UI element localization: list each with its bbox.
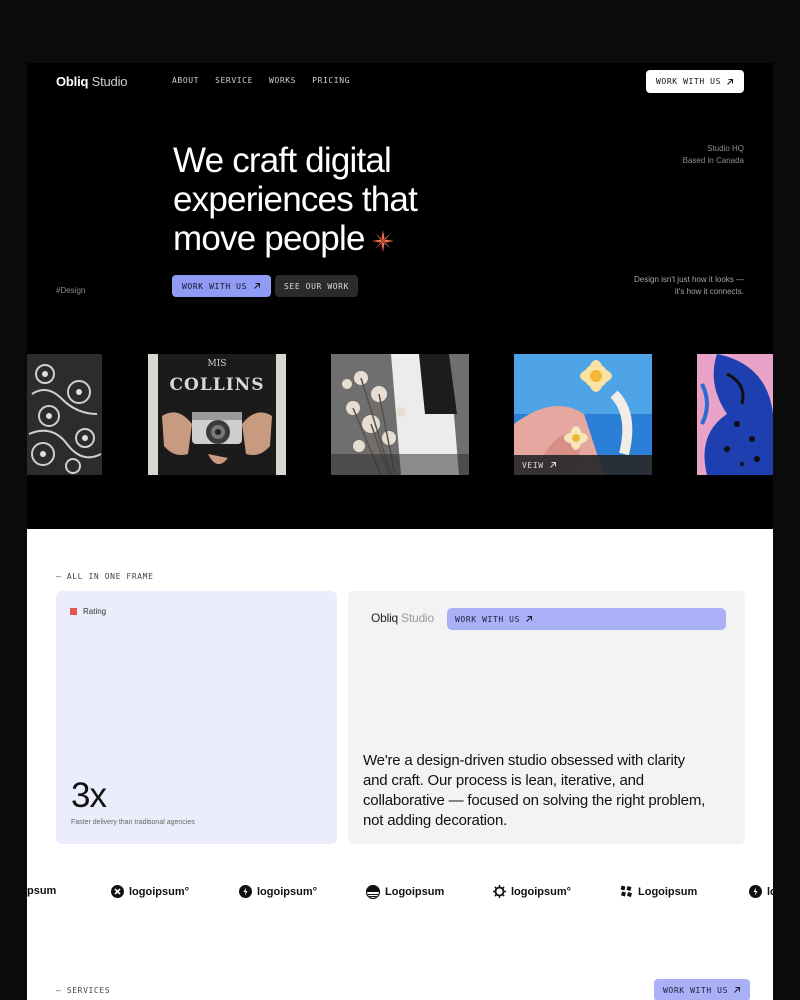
client-logo-3: logoipsum° bbox=[239, 885, 317, 898]
gallery-image-flower-hand[interactable]: VEIW bbox=[514, 354, 652, 475]
work-with-us-label: WORK WITH US bbox=[182, 281, 247, 291]
rating-label: Rating bbox=[83, 607, 107, 616]
client-logo-5: logoipsum° bbox=[493, 885, 571, 898]
services-cta-button[interactable]: WORK WITH US bbox=[654, 979, 750, 1000]
main-nav: ABOUT SERVICE WORKS PRICING bbox=[172, 76, 350, 85]
mini-cta-label: WORK WITH US bbox=[455, 614, 520, 624]
header-cta-label: WORK WITH US bbox=[656, 77, 721, 86]
client-logo-text: lo bbox=[767, 885, 773, 898]
tagline-line-1: Design isn't just how it looks — bbox=[633, 275, 744, 284]
arrow-up-right-icon bbox=[727, 78, 733, 85]
bolt-circle-logo-icon bbox=[749, 885, 762, 898]
hash-logo-icon bbox=[620, 885, 632, 897]
client-logo-2: logoipsum° bbox=[111, 885, 189, 898]
client-logo-4: Logoipsum bbox=[366, 885, 444, 899]
work-gallery: COLLINS MIS VEIW bbox=[27, 354, 773, 475]
client-logo-strip: psum logoipsum° logoipsum° Logoipsum log… bbox=[27, 885, 773, 907]
rating-header: Rating bbox=[70, 607, 106, 616]
arrow-up-right-icon bbox=[734, 987, 740, 993]
mini-brand-bold: Obliq bbox=[371, 611, 399, 625]
nav-item-about[interactable]: ABOUT bbox=[172, 76, 199, 85]
hero-tagline: Design isn't just how it looks — it's ho… bbox=[634, 274, 744, 298]
tagline-line-2: it's how it connects. bbox=[674, 287, 744, 296]
gallery-image-dried-flowers[interactable] bbox=[331, 354, 469, 475]
client-logo-text: logoipsum° bbox=[257, 885, 318, 898]
gear-logo-icon bbox=[493, 885, 506, 898]
headline-line-1: We craft digital bbox=[173, 141, 392, 180]
hero-section: Obliq Studio ABOUT SERVICE WORKS PRICING… bbox=[27, 63, 773, 529]
location-title: Studio HQ bbox=[707, 144, 744, 153]
gallery-image-floral-pattern[interactable] bbox=[27, 354, 102, 475]
studio-location: Studio HQ Based in Canada bbox=[683, 143, 744, 167]
brand-name-bold: Obliq bbox=[56, 74, 89, 89]
page-frame: Obliq Studio ABOUT SERVICE WORKS PRICING… bbox=[27, 63, 773, 1000]
client-logo-text: Logoipsum bbox=[385, 886, 445, 898]
sparkle-star-icon bbox=[371, 229, 394, 252]
headline-line-2: experiences that bbox=[173, 180, 418, 219]
see-our-work-button[interactable]: SEE OUR WORK bbox=[275, 275, 358, 297]
mini-brand-logo: Obliq Studio bbox=[371, 611, 434, 625]
nav-item-service[interactable]: SERVICE bbox=[215, 76, 253, 85]
rating-square-icon bbox=[70, 608, 77, 615]
bolt-circle-logo-icon bbox=[239, 885, 252, 898]
client-logo-text: Logoipsum bbox=[638, 885, 698, 898]
x-circle-logo-icon bbox=[111, 885, 124, 898]
section-label-services: — SERVICES bbox=[56, 986, 111, 995]
nav-item-works[interactable]: WORKS bbox=[269, 76, 296, 85]
header-cta-button[interactable]: WORK WITH US bbox=[646, 70, 744, 93]
view-button[interactable]: VEIW bbox=[514, 455, 652, 475]
see-our-work-label: SEE OUR WORK bbox=[284, 281, 349, 291]
client-logo-text: psum bbox=[27, 885, 57, 897]
design-tag: #Design bbox=[56, 286, 86, 295]
location-detail: Based in Canada bbox=[682, 156, 744, 165]
section-label-all-in-one: — ALL IN ONE FRAME bbox=[56, 572, 154, 581]
work-with-us-button[interactable]: WORK WITH US bbox=[172, 275, 271, 297]
arrow-up-right-icon bbox=[526, 616, 532, 622]
frame-section: — ALL IN ONE FRAME Rating 3x Faster deli… bbox=[27, 529, 773, 1000]
half-globe-logo-icon bbox=[366, 885, 380, 899]
client-logo-1: psum bbox=[27, 885, 56, 897]
view-label: VEIW bbox=[522, 460, 544, 470]
stat-value: 3x bbox=[71, 776, 107, 815]
mini-cta-button[interactable]: WORK WITH US bbox=[447, 608, 726, 630]
hero-headline: We craft digital experiences that move p… bbox=[173, 141, 493, 258]
rating-card: Rating 3x Faster delivery than tradition… bbox=[56, 591, 337, 844]
client-logo-text: logoipsum° bbox=[511, 885, 572, 898]
arrow-up-right-icon bbox=[254, 283, 260, 289]
gallery-image-camera[interactable]: COLLINS MIS bbox=[148, 354, 286, 475]
headline-line-3: move people bbox=[173, 219, 365, 258]
client-logo-7: lo bbox=[749, 885, 773, 898]
client-logo-6: Logoipsum bbox=[620, 885, 697, 898]
svg-text:COLLINS: COLLINS bbox=[169, 375, 264, 395]
nav-item-pricing[interactable]: PRICING bbox=[312, 76, 350, 85]
gallery-image-illustration[interactable] bbox=[697, 354, 773, 475]
about-card: Obliq Studio WORK WITH US We're a design… bbox=[348, 591, 745, 844]
mini-brand-light: Studio bbox=[401, 611, 434, 625]
svg-text:MIS: MIS bbox=[208, 359, 227, 369]
brand-name-light: Studio bbox=[91, 74, 128, 89]
brand-logo[interactable]: Obliq Studio bbox=[56, 74, 128, 89]
stat-caption: Faster delivery than traditional agencie… bbox=[71, 819, 195, 826]
services-cta-label: WORK WITH US bbox=[663, 985, 728, 995]
arrow-up-right-icon bbox=[549, 462, 556, 468]
client-logo-text: logoipsum° bbox=[129, 885, 190, 898]
about-text: We're a design-driven studio obsessed wi… bbox=[363, 752, 706, 829]
